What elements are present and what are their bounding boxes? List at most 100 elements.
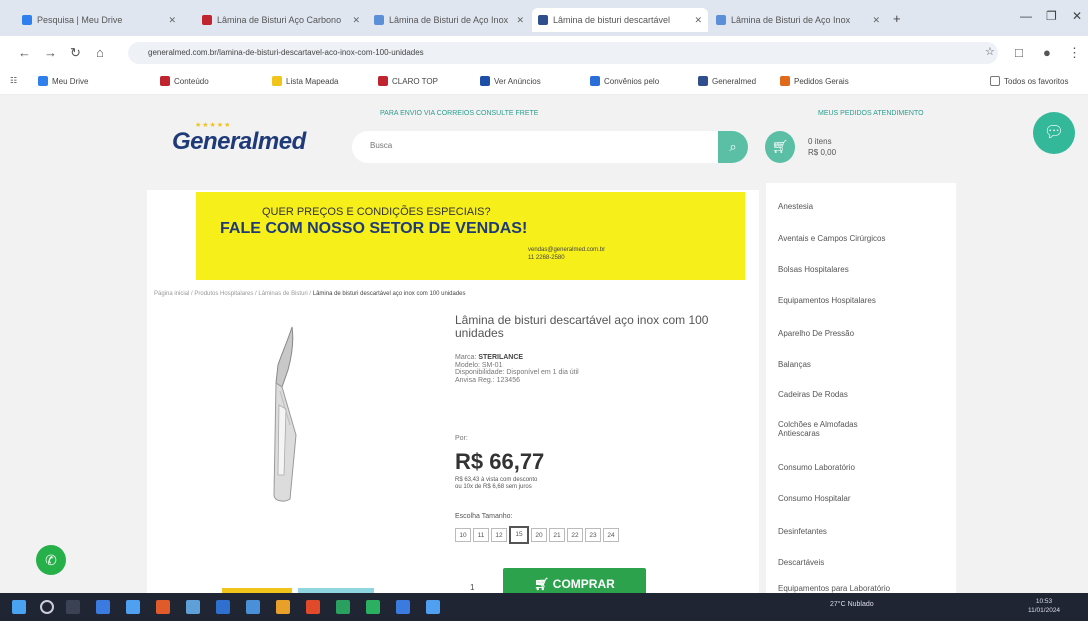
close-icon[interactable]: ✕ xyxy=(868,15,880,26)
category-link[interactable]: Colchões e Almofadas Antiescaras xyxy=(778,420,898,438)
breadcrumb-current: Lâmina de bisturi descartável aço inox c… xyxy=(312,291,466,297)
app-icon[interactable] xyxy=(396,600,410,614)
tab-label: Lâmina de Bisturi de Aço Inox xyxy=(389,15,509,25)
breadcrumb[interactable]: Página inicial / Produtos Hospitalares /… xyxy=(154,291,466,297)
app-icon[interactable] xyxy=(336,600,350,614)
weather-widget[interactable]: 27°C Nublado xyxy=(830,601,874,608)
task-view-icon[interactable] xyxy=(66,600,80,614)
app-icon[interactable] xyxy=(156,600,170,614)
bookmark-item[interactable]: Generalmed xyxy=(698,76,756,86)
category-link[interactable]: Bolsas Hospitalares xyxy=(778,265,849,274)
search-icon[interactable] xyxy=(40,600,54,614)
tab-5[interactable]: Lâmina de Bisturi de Aço Inox ✕ xyxy=(710,8,886,32)
bookmark-label: Conteúdo xyxy=(174,76,209,86)
category-link[interactable]: Equipamentos para Laboratório xyxy=(778,584,890,593)
category-link[interactable]: Descartáveis xyxy=(778,558,824,567)
size-option[interactable]: 21 xyxy=(549,528,565,542)
folder-icon xyxy=(272,76,282,86)
bookmark-item[interactable]: Meu Drive xyxy=(38,76,88,86)
category-link[interactable]: Cadeiras De Rodas xyxy=(778,390,848,399)
category-link[interactable]: Equipamentos Hospitalares xyxy=(778,296,876,305)
category-link[interactable]: Consumo Laboratório xyxy=(778,463,855,472)
close-icon[interactable]: ✕ xyxy=(348,15,360,26)
bookmark-label: Lista Mapeada xyxy=(286,76,339,86)
new-tab-button[interactable]: + xyxy=(893,11,901,26)
category-link[interactable]: Anestesia xyxy=(778,202,813,211)
price-installments: R$ 63,43 à vista com desconto ou 10x de … xyxy=(455,477,537,491)
start-icon[interactable] xyxy=(12,600,26,614)
whatsapp-icon: ✆ xyxy=(45,552,57,568)
chrome-icon[interactable] xyxy=(276,600,290,614)
cash-price: R$ 63,43 à vista com desconto xyxy=(455,477,538,483)
size-option[interactable]: 20 xyxy=(531,528,547,542)
maximize-icon[interactable]: ❐ xyxy=(1046,9,1057,23)
app-icon[interactable] xyxy=(306,600,320,614)
size-option[interactable]: 10 xyxy=(455,528,471,542)
banner-email: vendas@generalmed.com.br xyxy=(528,247,606,253)
chat-icon: 💬︎ xyxy=(1043,124,1065,141)
size-option[interactable]: 22 xyxy=(567,528,583,542)
extensions-icon[interactable]: □ xyxy=(1015,45,1023,60)
forward-arrow-icon[interactable]: → xyxy=(44,45,57,60)
menu-icon[interactable]: ⋮ xyxy=(1068,45,1081,61)
reload-icon[interactable]: ↻ xyxy=(70,45,81,61)
app-icon[interactable] xyxy=(186,600,200,614)
close-icon[interactable]: ✕ xyxy=(690,15,702,26)
cart-button[interactable]: 🛒︎ xyxy=(765,131,795,163)
quantity-input[interactable]: 1 xyxy=(470,583,474,592)
category-link[interactable]: Desinfetantes xyxy=(778,527,827,536)
size-option-selected[interactable]: 15 xyxy=(509,526,529,544)
product-image[interactable] xyxy=(262,325,322,505)
clock-time: 10:53 xyxy=(1035,598,1053,605)
system-clock[interactable]: 10:53 11/01/2024 xyxy=(1028,597,1060,615)
product-brand[interactable]: STERILANCE xyxy=(478,354,523,361)
site-favicon-icon xyxy=(480,76,490,86)
category-link[interactable]: Aventais e Campos Cirúrgicos xyxy=(778,234,885,243)
app-icon[interactable] xyxy=(246,600,260,614)
folder-icon xyxy=(990,76,1000,86)
tab-2[interactable]: Lâmina de Bisturi Aço Carbono ✕ xyxy=(196,8,366,32)
banner-line-2: FALE COM NOSSO SETOR DE VENDAS! xyxy=(220,220,528,237)
category-link[interactable]: Consumo Hospitalar xyxy=(778,494,850,503)
bookmark-item[interactable]: Conteúdo xyxy=(160,76,209,86)
tab-1[interactable]: Pesquisa | Meu Drive ✕ xyxy=(16,8,182,32)
all-bookmarks-item[interactable]: Todos os favoritos xyxy=(990,76,1068,86)
chat-button[interactable]: 💬︎ xyxy=(1033,112,1075,154)
minimize-icon[interactable]: — xyxy=(1020,9,1032,23)
app-icon[interactable] xyxy=(96,600,110,614)
category-link[interactable]: Balanças xyxy=(778,360,811,369)
header-links[interactable]: MEUS PEDIDOS ATENDIMENTO xyxy=(818,110,924,117)
site-logo[interactable]: Generalmed xyxy=(172,128,306,156)
size-option[interactable]: 11 xyxy=(473,528,489,542)
size-option[interactable]: 23 xyxy=(585,528,601,542)
bookmark-star-icon[interactable]: ☆ xyxy=(985,45,995,58)
profile-icon[interactable]: ● xyxy=(1043,45,1051,60)
bookmark-item[interactable]: Ver Anúncios xyxy=(480,76,541,86)
bookmark-item[interactable]: Pedidos Gerais xyxy=(780,76,849,86)
app-icon[interactable] xyxy=(426,600,440,614)
search-input[interactable] xyxy=(368,140,702,151)
app-icon[interactable] xyxy=(216,600,230,614)
app-icon[interactable] xyxy=(126,600,140,614)
size-option[interactable]: 12 xyxy=(491,528,507,542)
breadcrumb-path[interactable]: Página inicial / Produtos Hospitalares /… xyxy=(154,291,313,297)
close-icon[interactable]: ✕ xyxy=(512,15,524,26)
url-input[interactable]: generalmed.com.br/lamina-de-bisturi-desc… xyxy=(128,42,998,64)
cart-summary[interactable]: 0 itens R$ 0,00 xyxy=(808,136,836,158)
bookmark-item[interactable]: Lista Mapeada xyxy=(272,76,338,86)
category-link[interactable]: Aparelho De Pressão xyxy=(778,329,854,338)
tab-4-active[interactable]: Lâmina de bisturi descartável ✕ xyxy=(532,8,708,32)
price-label: Por: xyxy=(455,435,468,442)
app-icon[interactable] xyxy=(366,600,380,614)
size-option[interactable]: 24 xyxy=(603,528,619,542)
whatsapp-button[interactable]: ✆ xyxy=(36,545,66,575)
apps-icon[interactable]: ☷ xyxy=(10,76,17,85)
size-label: Escolha Tamanho: xyxy=(455,513,513,520)
window-close-icon[interactable]: ✕ xyxy=(1072,9,1082,23)
tab-3[interactable]: Lâmina de Bisturi de Aço Inox ✕ xyxy=(368,8,530,32)
home-icon[interactable]: ⌂ xyxy=(96,45,104,60)
close-icon[interactable]: ✕ xyxy=(164,15,176,26)
back-arrow-icon[interactable]: ← xyxy=(18,45,31,60)
bookmark-item[interactable]: Convênios pelo xyxy=(590,76,659,86)
bookmark-item[interactable]: CLARO TOP xyxy=(378,76,438,86)
